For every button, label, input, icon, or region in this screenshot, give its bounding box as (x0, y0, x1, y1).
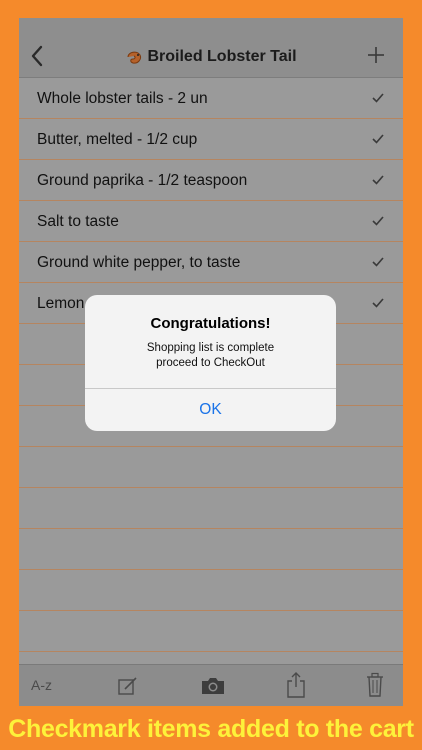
shrimp-icon (127, 51, 142, 64)
list-item-label: Ground paprika - 1/2 teaspoon (37, 172, 248, 189)
list-item[interactable] (19, 570, 403, 611)
page-title: Broiled Lobster Tail (19, 48, 403, 66)
list-item[interactable] (19, 611, 403, 652)
list-item[interactable]: Ground paprika - 1/2 teaspoon (19, 160, 403, 201)
list-item[interactable]: Whole lobster tails - 2 un (19, 78, 403, 119)
nav-bar: Broiled Lobster Tail (19, 18, 403, 78)
checkmark-icon[interactable] (372, 134, 384, 144)
list-item[interactable] (19, 447, 403, 488)
checkmark-icon[interactable] (372, 216, 384, 226)
list-item-label: Whole lobster tails - 2 un (37, 90, 208, 107)
list-item[interactable] (19, 488, 403, 529)
sort-az-button[interactable]: A-z (31, 677, 52, 693)
list-item-label: Butter, melted - 1/2 cup (37, 131, 198, 148)
list-item[interactable] (19, 529, 403, 570)
promo-caption: Checkmark items added to the cart (8, 715, 414, 743)
add-plus-icon[interactable] (367, 46, 385, 64)
checkmark-icon[interactable] (372, 298, 384, 308)
list-item-label: Ground white pepper, to taste (37, 254, 241, 271)
bottom-toolbar: A-z (19, 664, 403, 706)
list-item[interactable]: Salt to taste (19, 201, 403, 242)
list-item[interactable]: Ground white pepper, to taste (19, 242, 403, 283)
ok-button[interactable]: OK (85, 389, 336, 431)
checkmark-icon[interactable] (372, 175, 384, 185)
alert-message-line: proceed to CheckOut (156, 357, 265, 369)
list-item-label: Lemon (37, 295, 85, 312)
checkmark-icon[interactable] (372, 257, 384, 267)
alert-dialog: Congratulations! Shopping list is comple… (85, 295, 336, 431)
share-icon[interactable] (286, 671, 306, 699)
list-item[interactable]: Butter, melted - 1/2 cup (19, 119, 403, 160)
alert-message: Shopping list is complete proceed to Che… (95, 341, 326, 371)
edit-icon[interactable] (117, 675, 139, 697)
alert-title: Congratulations! (150, 315, 271, 332)
alert-message-line: Shopping list is complete (146, 342, 275, 354)
checkmark-icon[interactable] (372, 93, 384, 103)
page-title-text: Broiled Lobster Tail (147, 48, 297, 65)
camera-icon[interactable] (200, 675, 226, 697)
trash-icon[interactable] (366, 672, 384, 698)
list-item-label: Salt to taste (37, 213, 119, 230)
